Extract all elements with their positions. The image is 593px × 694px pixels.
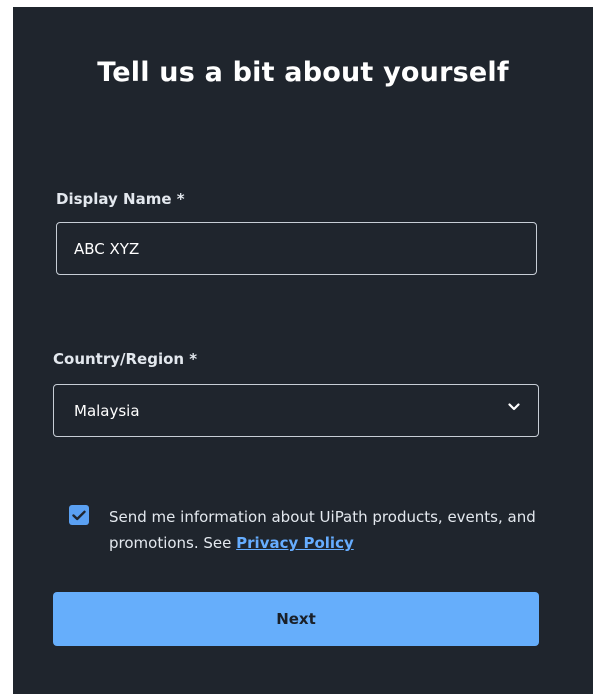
display-name-input[interactable] [56, 222, 537, 275]
next-button[interactable]: Next [53, 592, 539, 646]
marketing-consent-checkbox[interactable] [69, 505, 89, 525]
privacy-policy-link[interactable]: Privacy Policy [236, 534, 354, 552]
checkmark-icon [72, 510, 86, 520]
chevron-down-icon [508, 403, 520, 411]
country-region-label: Country/Region * [53, 350, 198, 368]
marketing-consent-text: Send me information about UiPath product… [109, 504, 539, 556]
display-name-label: Display Name * [56, 190, 185, 208]
page-title: Tell us a bit about yourself [97, 57, 509, 88]
country-region-select[interactable]: Malaysia [53, 384, 539, 437]
profile-form-panel: Tell us a bit about yourself Display Nam… [13, 7, 593, 694]
country-region-value: Malaysia [74, 401, 140, 420]
